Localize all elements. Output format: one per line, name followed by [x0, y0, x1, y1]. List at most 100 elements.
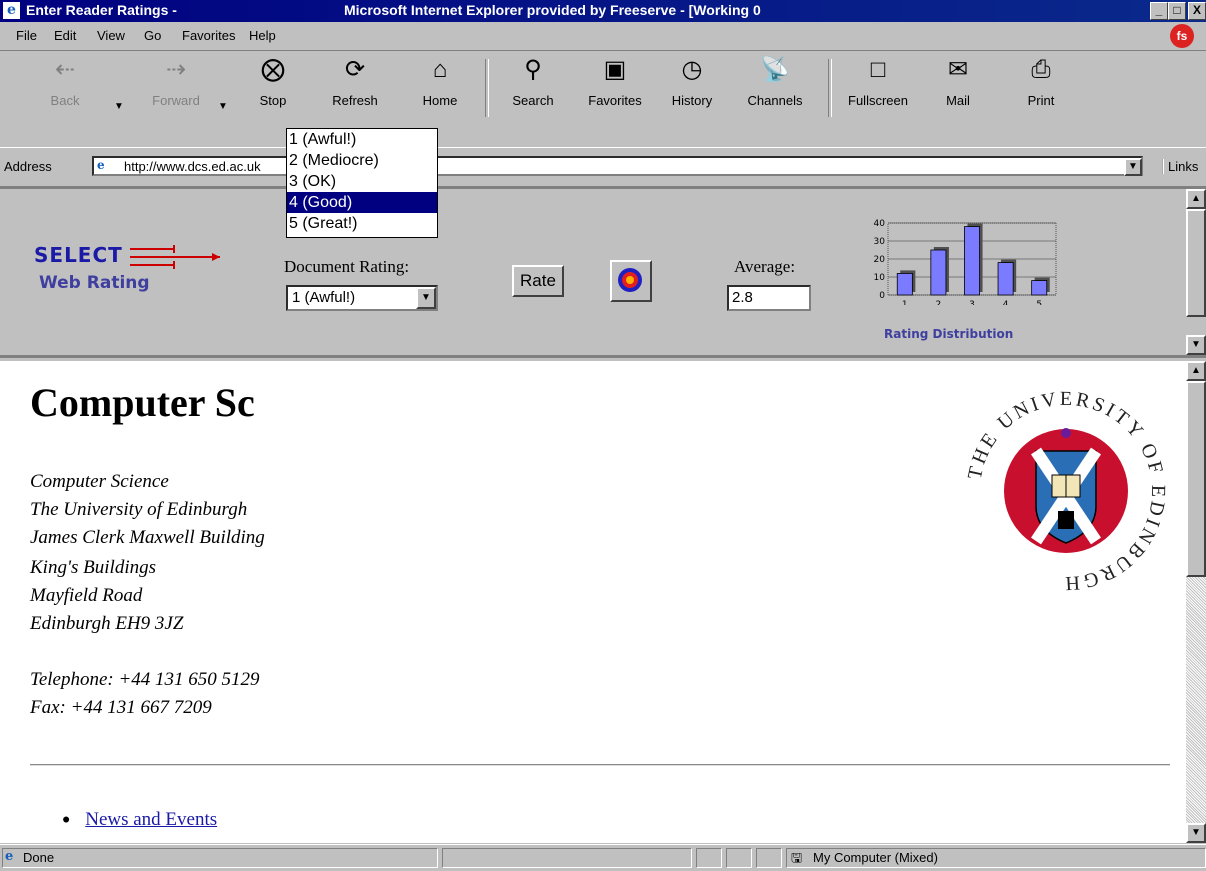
rate-button[interactable]: Rate	[512, 265, 564, 297]
scroll-up-icon[interactable]: ▲	[1186, 361, 1206, 381]
home-icon: ⌂	[432, 56, 448, 83]
chart-y-tick: 40	[874, 219, 886, 229]
maximize-button[interactable]: □	[1168, 2, 1186, 20]
scroll-up-icon[interactable]: ▲	[1186, 189, 1206, 209]
main-content-frame: Computer Sc Computer Science The Univers…	[0, 361, 1186, 843]
forward-button[interactable]: ⇢ Forward	[136, 55, 216, 147]
refresh-icon: ⟳	[344, 56, 366, 83]
chart-bar	[997, 262, 1014, 296]
address-dropdown-icon[interactable]: ▼	[1124, 158, 1142, 176]
scroll-down-icon[interactable]: ▼	[1186, 335, 1206, 355]
chart-bar	[1031, 280, 1048, 296]
document-rating-options: 1 (Awful!) 2 (Mediocre) 3 (OK) 4 (Good) …	[286, 128, 438, 238]
menu-bar: File Edit View Go Favorites Help fs	[0, 22, 1206, 51]
logo-web-rating-text: Web Rating	[39, 273, 150, 293]
menu-edit[interactable]: Edit	[54, 28, 76, 43]
chart-bar	[930, 249, 947, 296]
rating-option[interactable]: 5 (Great!)	[287, 213, 437, 234]
chart-y-tick: 10	[874, 273, 886, 283]
back-button[interactable]: ⇠ Back	[34, 55, 96, 147]
print-button[interactable]: ⎙ Print	[1016, 55, 1066, 147]
rating-option[interactable]: 3 (OK)	[287, 171, 437, 192]
rating-option[interactable]: 2 (Mediocre)	[287, 150, 437, 171]
address-line: Edinburgh EH9 3JZ	[30, 613, 184, 634]
scroll-thumb[interactable]	[1186, 381, 1206, 577]
zone-text: My Computer (Mixed)	[813, 850, 938, 865]
status-text: Done	[23, 850, 55, 865]
search-label: Search	[512, 93, 554, 108]
links-button[interactable]: Links	[1162, 159, 1198, 174]
rating-distribution-chart: 40 30 20 10 0 1 2 3 4 5	[874, 219, 1057, 305]
status-bar: e Done 🖫 My Computer (Mixed)	[0, 844, 1206, 869]
menu-file[interactable]: File	[16, 28, 37, 43]
scroll-down-icon[interactable]: ▼	[1186, 823, 1206, 843]
favorites-button[interactable]: ▣ Favorites	[578, 55, 652, 147]
address-line: The University of Edinburgh	[30, 499, 248, 520]
history-button[interactable]: ◷ History	[666, 55, 718, 147]
favorites-icon: ▣	[603, 56, 627, 83]
back-dropdown-icon[interactable]: ▼	[114, 101, 124, 112]
fullscreen-button[interactable]: □ Fullscreen	[836, 55, 920, 147]
forward-label: Forward	[152, 93, 200, 108]
chart-bar	[964, 226, 980, 296]
fullscreen-icon: □	[870, 56, 886, 83]
channels-icon: 📡	[760, 56, 790, 83]
menu-favorites[interactable]: Favorites	[182, 28, 235, 43]
telephone-line: Telephone: +44 131 650 5129	[30, 669, 260, 690]
rating-option-highlighted[interactable]: 4 (Good)	[287, 192, 437, 213]
menu-help[interactable]: Help	[249, 28, 276, 43]
bullet-icon: ●	[62, 812, 71, 828]
stop-label: Stop	[259, 93, 287, 108]
close-button[interactable]: X	[1188, 2, 1206, 20]
status-panel	[726, 848, 752, 868]
history-label: History	[671, 93, 713, 108]
main-scrollbar-track[interactable]: ▲ ▼	[1186, 361, 1206, 843]
forward-arrow-icon: ⇢	[165, 56, 187, 83]
select-dropdown-icon[interactable]: ▼	[416, 287, 436, 309]
search-icon: ⚲	[524, 56, 542, 83]
channels-button[interactable]: 📡 Channels	[730, 55, 820, 147]
rating-frame-scrollbar[interactable]: ▲ ▼	[1186, 189, 1206, 355]
chart-y-tick: 0	[879, 291, 885, 301]
chart-x-tick: 3	[969, 300, 975, 305]
horizontal-rule	[30, 764, 1170, 766]
average-value-field[interactable]: 2.8	[727, 285, 811, 311]
forward-dropdown-icon[interactable]: ▼	[218, 101, 228, 112]
window-title-right: Microsoft Internet Explorer provided by …	[344, 2, 761, 18]
address-line: Mayfield Road	[30, 585, 143, 606]
scroll-thumb[interactable]	[1186, 209, 1206, 317]
fax-line: Fax: +44 131 667 7209	[30, 697, 212, 718]
title-bar[interactable]: e Enter Reader Ratings - Microsoft Inter…	[0, 0, 1206, 22]
print-icon: ⎙	[1031, 56, 1051, 83]
logo-arrows-icon	[130, 245, 220, 269]
mail-icon: ✉	[947, 56, 969, 83]
seal-castle-icon	[1058, 511, 1074, 529]
menu-go[interactable]: Go	[144, 28, 161, 43]
target-button[interactable]	[610, 260, 652, 302]
page-heading: Computer Sc	[30, 380, 255, 425]
list-item: ● News and Events	[62, 809, 217, 831]
address-line: James Clerk Maxwell Building	[30, 527, 265, 548]
window-title-left: Enter Reader Ratings -	[26, 2, 177, 18]
document-rating-select[interactable]: 1 (Awful!) ▼	[286, 285, 438, 311]
chart-caption: Rating Distribution	[884, 327, 1014, 341]
news-events-link[interactable]: News and Events	[85, 809, 217, 830]
toolbar-separator	[485, 59, 489, 117]
rating-option[interactable]: 1 (Awful!)	[287, 129, 437, 150]
target-icon	[618, 268, 642, 292]
back-arrow-icon: ⇠	[54, 56, 76, 83]
search-button[interactable]: ⚲ Search	[500, 55, 566, 147]
refresh-label: Refresh	[332, 93, 378, 108]
status-panel	[756, 848, 782, 868]
minimize-button[interactable]: _	[1150, 2, 1168, 20]
fullscreen-label: Fullscreen	[848, 93, 908, 108]
menu-view[interactable]: View	[97, 28, 125, 43]
mail-label: Mail	[946, 93, 970, 108]
mail-button[interactable]: ✉ Mail	[932, 55, 984, 147]
address-input[interactable]: e http://www.dcs.ed.ac.uk	[92, 156, 1143, 176]
favorites-label: Favorites	[588, 93, 642, 108]
address-url: http://www.dcs.ed.ac.uk	[124, 159, 261, 174]
document-rating-label: Document Rating:	[284, 257, 410, 276]
freeserve-logo-icon: fs	[1170, 24, 1194, 48]
address-label: Address	[4, 159, 52, 174]
